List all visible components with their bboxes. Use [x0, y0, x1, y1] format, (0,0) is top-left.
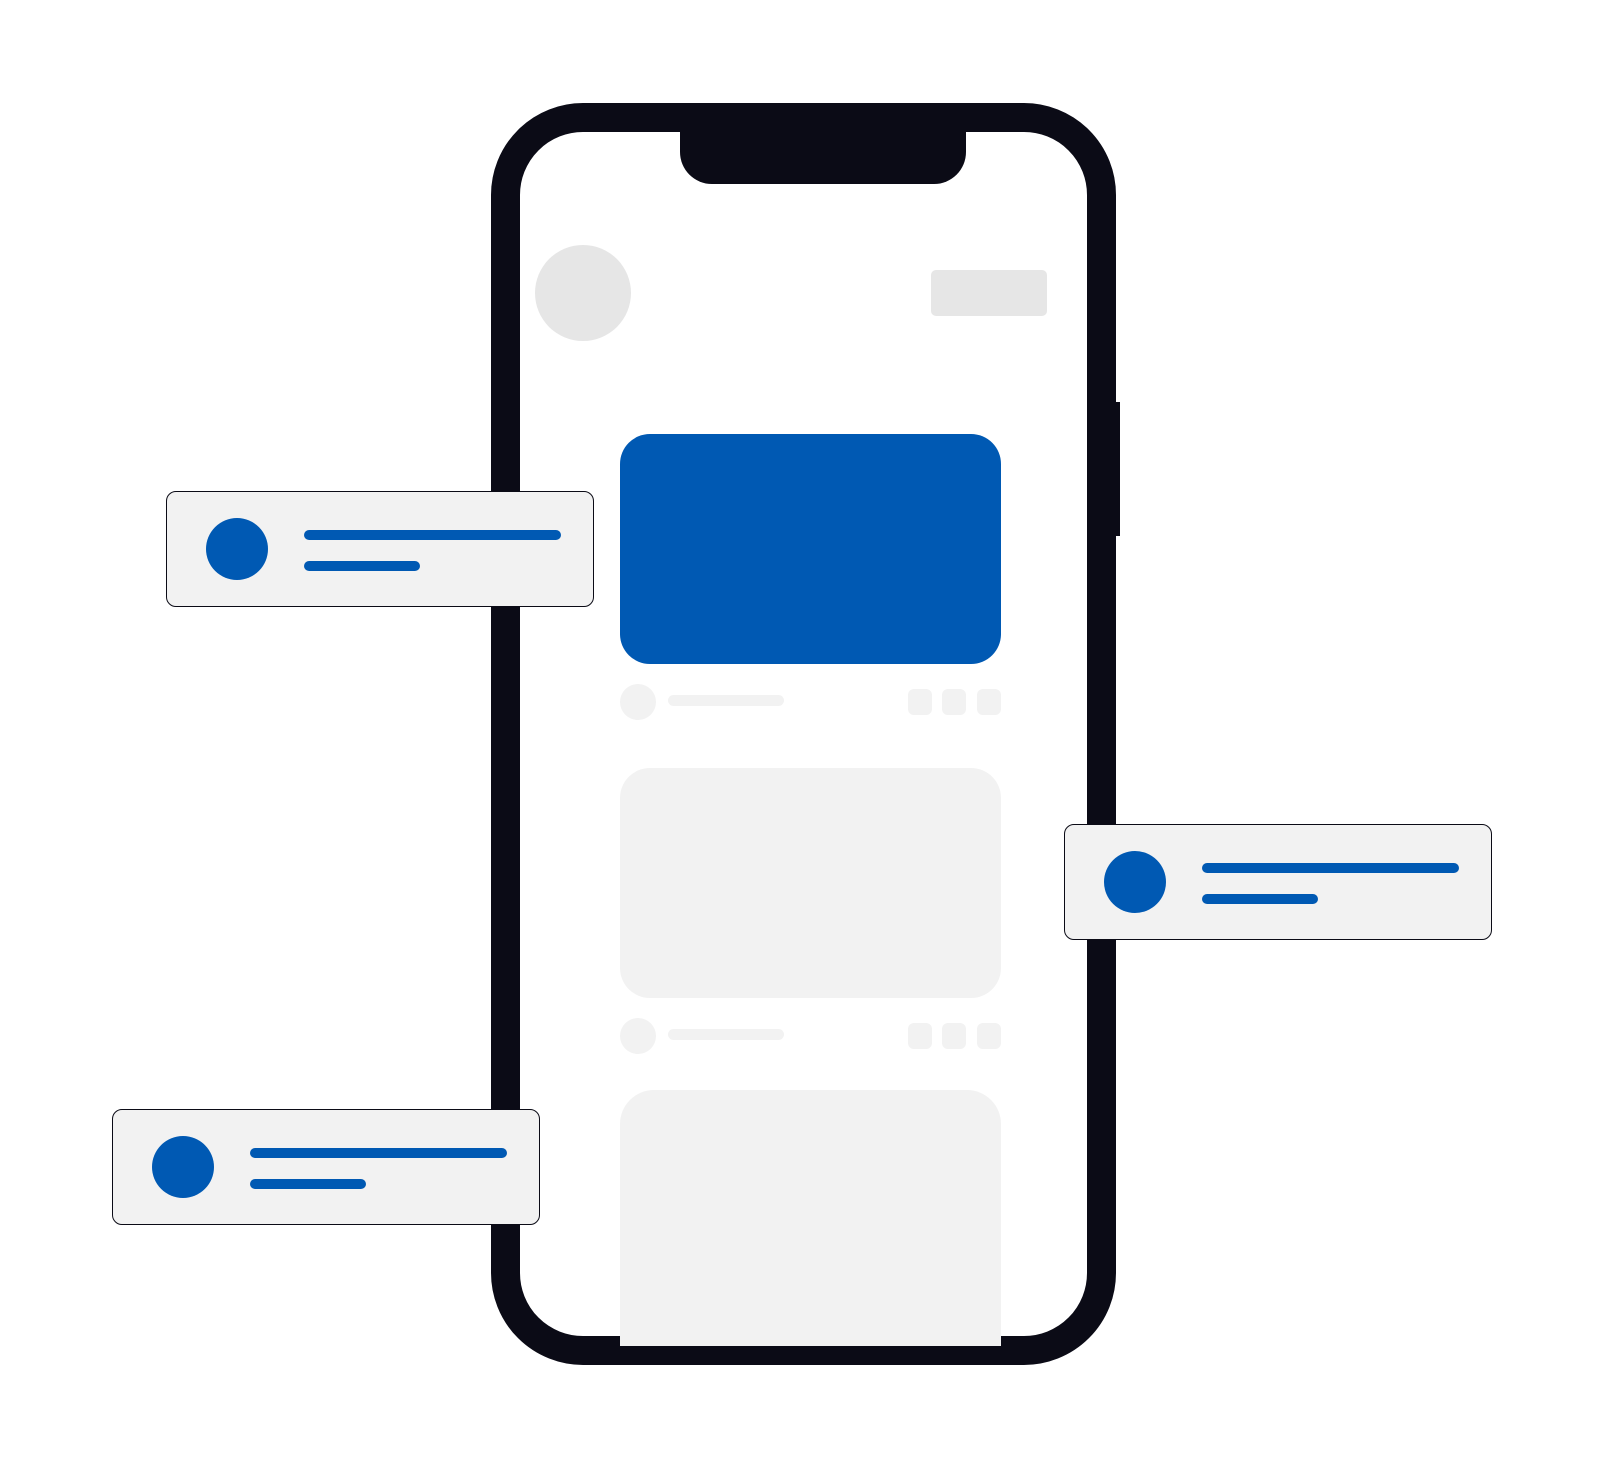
post-1-action-2[interactable]	[942, 689, 966, 715]
post-2-action-3[interactable]	[977, 1023, 1001, 1049]
notification-avatar-icon	[1104, 851, 1166, 913]
notification-title-line	[304, 530, 561, 540]
notification-subtitle-line	[250, 1179, 366, 1189]
post-1-action-1[interactable]	[908, 689, 932, 715]
notification-avatar-icon	[152, 1136, 214, 1198]
notification-card-3[interactable]	[112, 1109, 540, 1225]
post-2-action-2[interactable]	[942, 1023, 966, 1049]
notification-title-line	[1202, 863, 1459, 873]
feed-post-media-1[interactable]	[620, 434, 1001, 664]
notification-card-2[interactable]	[1064, 824, 1492, 940]
post-1-author-avatar[interactable]	[620, 684, 656, 720]
post-2-author-line	[668, 1029, 784, 1040]
notification-avatar-icon	[206, 518, 268, 580]
post-2-author-avatar[interactable]	[620, 1018, 656, 1054]
notification-subtitle-line	[304, 561, 420, 571]
feed-post-media-3[interactable]	[620, 1090, 1001, 1346]
post-2-action-1[interactable]	[908, 1023, 932, 1049]
notification-title-line	[250, 1148, 507, 1158]
phone-notch	[680, 132, 966, 184]
post-1-author-line	[668, 695, 784, 706]
post-1-action-3[interactable]	[977, 689, 1001, 715]
phone-side-button	[1110, 402, 1120, 536]
profile-avatar[interactable]	[535, 245, 631, 341]
notification-subtitle-line	[1202, 894, 1318, 904]
header-action-button[interactable]	[931, 270, 1047, 316]
notification-card-1[interactable]	[166, 491, 594, 607]
feed-post-media-2[interactable]	[620, 768, 1001, 998]
